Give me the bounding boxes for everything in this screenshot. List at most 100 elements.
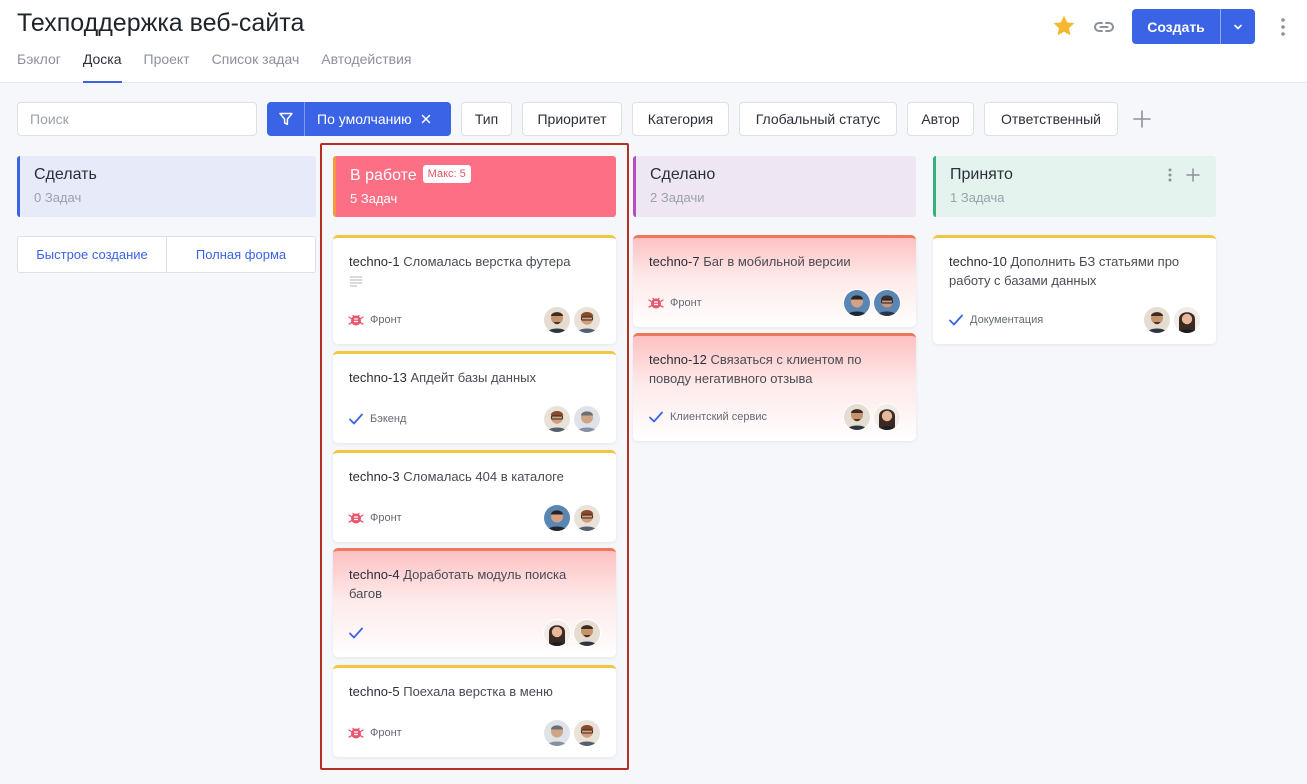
bug-icon	[348, 512, 364, 524]
task-key: techno-4	[349, 567, 400, 582]
tab-board[interactable]: Доска	[82, 50, 122, 83]
star-icon[interactable]	[1051, 13, 1077, 39]
column-header: Сделать 0 Задач	[17, 156, 316, 217]
assignees	[544, 307, 600, 333]
avatar[interactable]	[1144, 307, 1170, 333]
task-card[interactable]: techno-3 Сломалась 404 в каталоге Фронт	[333, 450, 616, 542]
column-header: В работе Макс: 5 5 Задач	[333, 156, 616, 217]
avatar[interactable]	[574, 620, 600, 646]
filter-chip-global-status[interactable]: Глобальный статус	[739, 102, 897, 136]
check-icon	[349, 627, 363, 639]
avatar[interactable]	[574, 505, 600, 531]
avatar[interactable]	[844, 404, 870, 430]
task-category: Документация	[948, 312, 1144, 328]
task-footer: Документация	[948, 306, 1200, 334]
plus-icon[interactable]	[1132, 109, 1152, 129]
task-card[interactable]: techno-12 Связаться с клиентом по поводу…	[633, 333, 916, 441]
check-icon	[949, 314, 963, 326]
filter-chip-type[interactable]: Тип	[461, 102, 512, 136]
more-vertical-icon[interactable]	[1276, 16, 1290, 38]
avatar[interactable]	[1174, 307, 1200, 333]
avatar[interactable]	[544, 505, 570, 531]
quick-create-button[interactable]: Быстрое создание	[18, 237, 166, 272]
quick-create-bar: Быстрое создание Полная форма	[17, 236, 316, 273]
task-card[interactable]: techno-5 Поехала верстка в меню Фронт	[333, 665, 616, 757]
link-icon[interactable]	[1091, 14, 1117, 40]
column-count: 2 Задачи	[650, 190, 705, 205]
tab-automations[interactable]: Автодействия	[321, 50, 411, 83]
filter-chip-priority[interactable]: Приоритет	[522, 102, 622, 136]
create-button-label: Создать	[1147, 18, 1205, 35]
check-icon	[349, 413, 363, 425]
more-vertical-icon[interactable]	[1164, 167, 1176, 183]
tab-backlog[interactable]: Бэклог	[17, 50, 61, 83]
task-card[interactable]: techno-13 Апдейт базы данных Бэкенд	[333, 351, 616, 443]
task-category-label: Фронт	[370, 727, 402, 739]
assignees	[544, 620, 600, 646]
column-header: Принято 1 Задача	[933, 156, 1216, 217]
close-icon[interactable]	[416, 102, 436, 136]
tab-task-list[interactable]: Список задач	[212, 50, 300, 83]
avatar[interactable]	[544, 720, 570, 746]
task-title: Сломалась 404 в каталоге	[403, 469, 564, 484]
task-heading: techno-3 Сломалась 404 в каталоге	[349, 467, 600, 486]
avatar[interactable]	[544, 620, 570, 646]
filter-chip-author[interactable]: Автор	[907, 102, 974, 136]
avatar[interactable]	[544, 406, 570, 432]
avatar[interactable]	[574, 307, 600, 333]
full-form-button[interactable]: Полная форма	[166, 237, 315, 272]
task-card[interactable]: techno-4 Доработать модуль поиска багов	[333, 548, 616, 657]
column-done: Сделано 2 Задачи	[633, 156, 916, 217]
task-category: Фронт	[648, 295, 844, 311]
column-count: 1 Задача	[950, 190, 1005, 205]
column-count: 5 Задач	[350, 191, 398, 206]
wip-limit-badge: Макс: 5	[422, 165, 471, 183]
task-heading: techno-12 Связаться с клиентом по поводу…	[649, 350, 900, 388]
create-dropdown-toggle[interactable]	[1221, 21, 1255, 33]
task-card[interactable]: techno-7 Баг в мобильной версии Фронт	[633, 235, 916, 327]
check-icon	[649, 411, 663, 423]
task-key: techno-5	[349, 684, 400, 699]
column-title: В работе	[350, 167, 417, 184]
task-key: techno-3	[349, 469, 400, 484]
task-footer: Фронт	[348, 504, 600, 532]
task-category: Фронт	[348, 725, 544, 741]
column-title: Сделать	[34, 166, 97, 183]
column-in-progress: В работе Макс: 5 5 Задач	[333, 156, 616, 217]
task-heading: techno-13 Апдейт базы данных	[349, 368, 600, 387]
avatar[interactable]	[874, 290, 900, 316]
task-heading: techno-7 Баг в мобильной версии	[649, 252, 900, 271]
create-button[interactable]: Создать	[1132, 9, 1255, 44]
filter-preset-button[interactable]: По умолчанию	[267, 102, 451, 136]
task-card[interactable]: techno-10 Дополнить БЗ статьями про рабо…	[933, 235, 1216, 344]
task-heading: techno-4 Доработать модуль поиска багов	[349, 565, 600, 603]
plus-icon[interactable]	[1186, 167, 1200, 183]
assignees	[844, 404, 900, 430]
task-footer: Фронт	[648, 289, 900, 317]
search-input[interactable]	[17, 102, 257, 136]
avatar[interactable]	[574, 406, 600, 432]
tab-project[interactable]: Проект	[144, 50, 190, 83]
column-header: Сделано 2 Задачи	[633, 156, 916, 217]
assignees	[544, 720, 600, 746]
avatar[interactable]	[574, 720, 600, 746]
task-footer: Фронт	[348, 306, 600, 334]
task-footer	[348, 619, 600, 647]
task-heading: techno-5 Поехала верстка в меню	[349, 682, 600, 701]
avatar[interactable]	[844, 290, 870, 316]
task-title: Баг в мобильной версии	[703, 254, 851, 269]
task-title: Поехала верстка в меню	[403, 684, 553, 699]
task-footer: Бэкенд	[348, 405, 600, 433]
task-category-label: Клиентский сервис	[670, 411, 767, 423]
filter-chip-category[interactable]: Категория	[632, 102, 729, 136]
column-actions	[1164, 167, 1200, 183]
task-footer: Фронт	[348, 719, 600, 747]
filter-chip-assignee[interactable]: Ответственный	[984, 102, 1118, 136]
task-key: techno-1	[349, 254, 400, 269]
avatar[interactable]	[544, 307, 570, 333]
avatar[interactable]	[874, 404, 900, 430]
filter-icon	[267, 102, 305, 136]
column-count: 0 Задач	[34, 190, 82, 205]
task-card[interactable]: techno-1 Сломалась верстка футера Фронт	[333, 235, 616, 344]
task-key: techno-7	[649, 254, 700, 269]
